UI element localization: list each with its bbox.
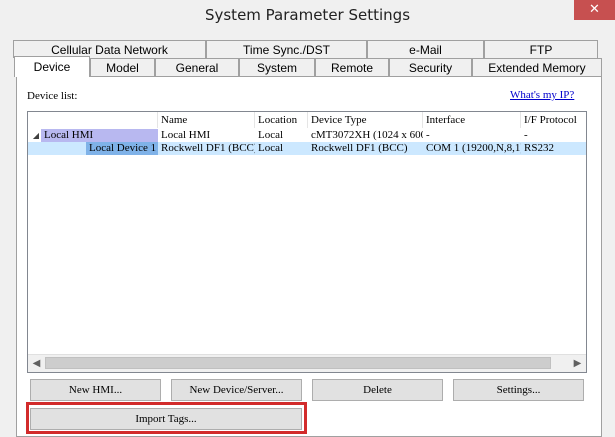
tab-time-sync-dst[interactable]: Time Sync./DST <box>206 40 367 58</box>
cell-device-type: Rockwell DF1 (BCC) <box>311 142 408 154</box>
tab-extended-memory[interactable]: Extended Memory <box>472 58 602 76</box>
cell-location: Local <box>258 142 284 154</box>
column-header-interface[interactable]: Interface <box>423 112 521 128</box>
close-icon[interactable] <box>574 0 615 20</box>
scroll-right-icon[interactable]: ▶ <box>569 355 586 372</box>
tab-system[interactable]: System <box>239 58 315 76</box>
tab-ftp[interactable]: FTP <box>484 40 598 58</box>
settings-button[interactable]: Settings... <box>453 379 584 401</box>
new-hmi-button[interactable]: New HMI... <box>30 379 161 401</box>
tab-email[interactable]: e-Mail <box>367 40 484 58</box>
whats-my-ip-link[interactable]: What's my IP? <box>510 89 574 101</box>
column-header-tree[interactable] <box>28 112 158 128</box>
device-list-label: Device list: <box>27 90 78 102</box>
column-header-device-type[interactable]: Device Type <box>308 112 423 128</box>
cell-device-type: cMT3072XH (1024 x 600) <box>311 129 423 141</box>
tab-model[interactable]: Model <box>90 58 155 76</box>
cell-interface: COM 1 (19200,N,8,1) <box>426 142 521 154</box>
dialog-body: Cellular Data Network Time Sync./DST e-M… <box>0 31 615 437</box>
tab-security[interactable]: Security <box>389 58 472 76</box>
cell-protocol: - <box>524 129 528 141</box>
new-device-server-button[interactable]: New Device/Server... <box>171 379 302 401</box>
table-row-selected[interactable]: Local Device 1 Rockwell DF1 (BCC) Local … <box>28 142 586 155</box>
tree-node-label: Local HMI <box>41 129 158 142</box>
tab-remote[interactable]: Remote <box>315 58 389 76</box>
window-title: System Parameter Settings <box>204 6 411 24</box>
delete-button[interactable]: Delete <box>312 379 443 401</box>
scroll-left-icon[interactable]: ◀ <box>28 355 45 372</box>
tab-device[interactable]: Device <box>14 56 90 77</box>
horizontal-scrollbar[interactable]: ◀ ▶ <box>28 354 586 372</box>
column-header-if-protocol[interactable]: I/F Protocol <box>521 112 586 128</box>
table-row[interactable]: ◢ Local HMI Local HMI Local cMT3072XH (1… <box>28 129 586 142</box>
tree-node-label: Local Device 1 <box>86 142 158 155</box>
column-header-location[interactable]: Location <box>255 112 308 128</box>
cell-name: Rockwell DF1 (BCC) <box>161 142 255 154</box>
cell-protocol: RS232 <box>524 142 554 154</box>
title-bar: System Parameter Settings <box>0 0 615 31</box>
import-tags-highlight <box>26 402 307 434</box>
cell-name: Local HMI <box>161 129 211 141</box>
scrollbar-thumb[interactable] <box>45 357 551 369</box>
cell-location: Local <box>258 129 284 141</box>
column-header-name[interactable]: Name <box>158 112 255 128</box>
device-list[interactable]: Name Location Device Type Interface I/F … <box>27 111 587 373</box>
cell-interface: - <box>426 129 430 141</box>
tab-general[interactable]: General <box>155 58 239 76</box>
